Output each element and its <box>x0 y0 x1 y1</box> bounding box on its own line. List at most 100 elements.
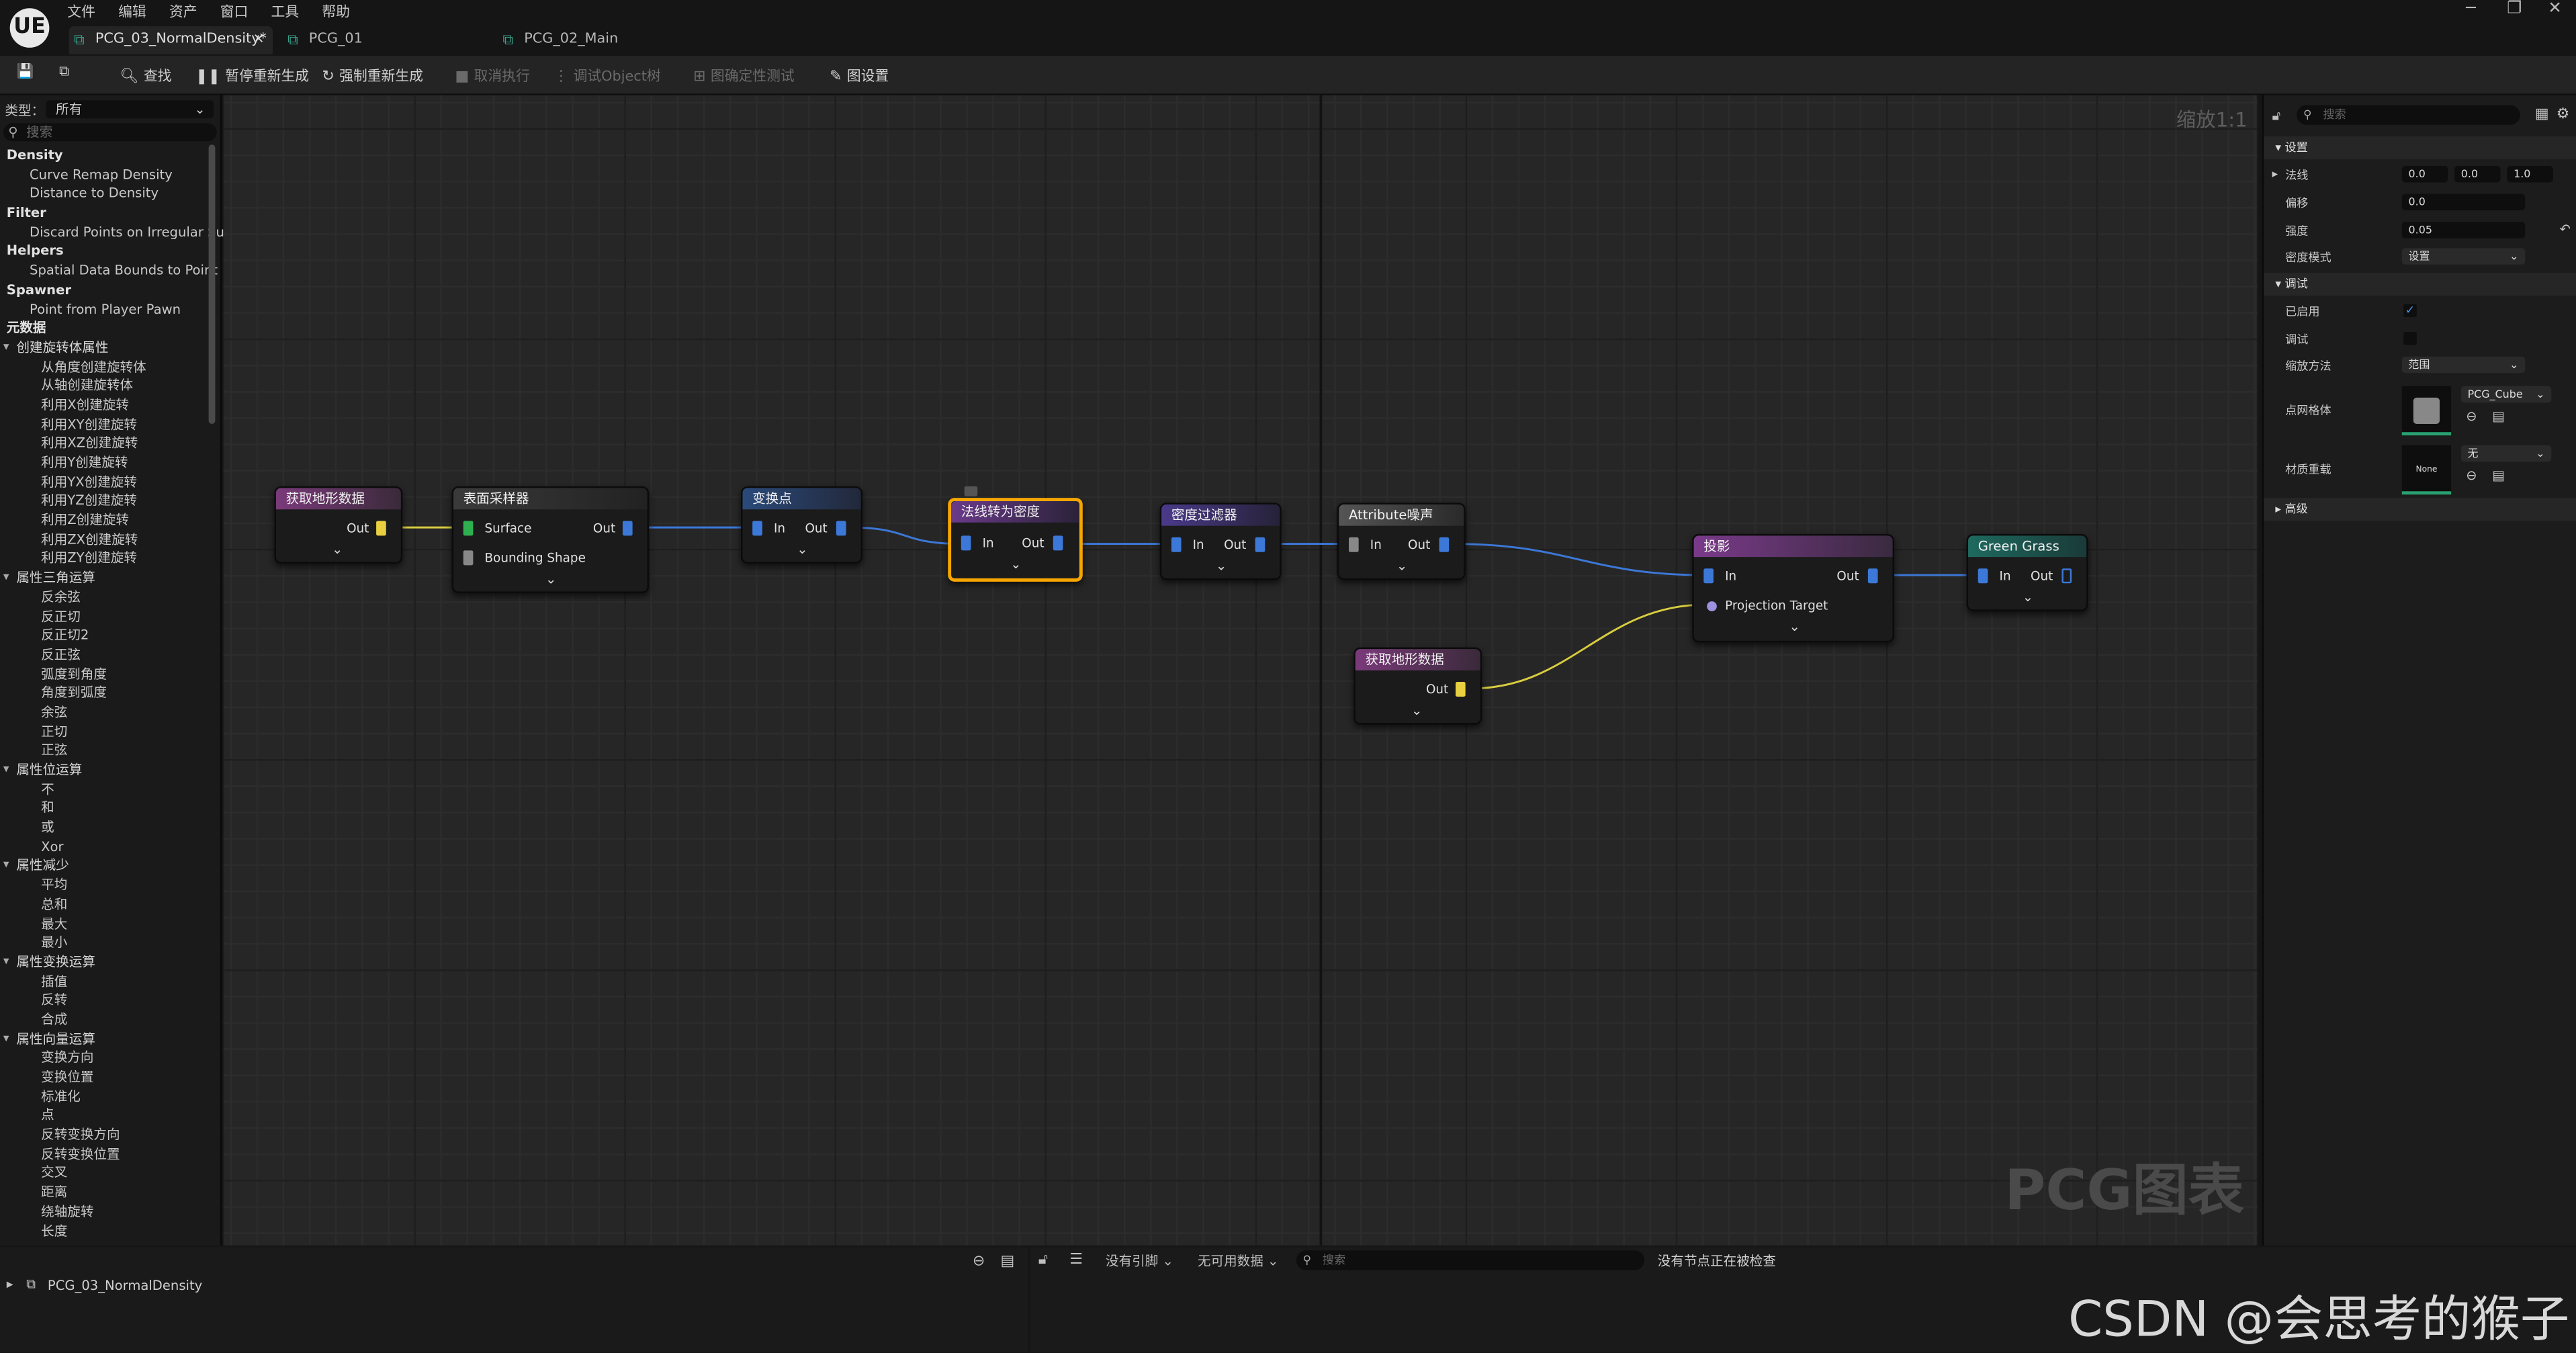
tree-category[interactable]: ▾元数据 <box>0 319 210 339</box>
expand-chevron-icon[interactable]: ⌄ <box>1216 559 1227 574</box>
tree-category[interactable]: ▾Helpers <box>0 243 210 262</box>
debug-checkbox[interactable] <box>2403 332 2417 345</box>
expand-chevron-icon[interactable]: ⌄ <box>1411 703 1422 718</box>
section-settings[interactable]: ▾ 设置 <box>2264 136 2576 160</box>
tree-item[interactable]: 和 <box>0 799 210 819</box>
debug-object-tree-button[interactable]: ⋮ 调试Object树 <box>553 66 660 85</box>
tree-item[interactable]: 合成 <box>0 1010 210 1030</box>
tree-item[interactable]: 反转 <box>0 991 210 1010</box>
expand-chevron-icon[interactable]: ⌄ <box>1396 559 1407 574</box>
tree-item[interactable]: 最大 <box>0 914 210 934</box>
browse-icon[interactable]: ▤ <box>1000 1254 1014 1270</box>
tree-item[interactable]: 插值 <box>0 972 210 992</box>
pin-select-dropdown[interactable]: 没有引脚 ⌄ <box>1106 1252 1173 1270</box>
tree-item[interactable]: 点 <box>0 1106 210 1126</box>
tree-item[interactable]: Spatial Data Bounds to Point <box>0 261 218 281</box>
menu-tools[interactable]: 工具 <box>271 1 300 21</box>
tree-item[interactable]: 总和 <box>0 896 210 915</box>
pause-regen-button[interactable]: ❚❚ 暂停重新生成 <box>195 66 309 85</box>
section-debug[interactable]: ▾ 调试 <box>2264 273 2576 296</box>
tree-item[interactable]: 反正切 <box>0 607 210 627</box>
browse-icon[interactable]: ⧉ <box>59 64 69 80</box>
lock-icon[interactable]: 🔓︎ <box>1038 1252 1048 1268</box>
node-surface-sampler[interactable]: 表面采样器 Surface Out Bounding Shape ⌄ <box>451 486 650 593</box>
pin-projection-target[interactable] <box>1707 601 1717 611</box>
palette-search-input[interactable]: ⚲ 搜索 <box>3 123 217 142</box>
restore-icon[interactable]: ❐ <box>2507 0 2522 18</box>
tree-item[interactable]: 反正弦 <box>0 646 210 665</box>
mesh-thumbnail[interactable] <box>2401 386 2452 436</box>
tree-subcategory[interactable]: ▾ 创建旋转体属性 <box>0 339 210 358</box>
tree-item[interactable]: 长度 <box>0 1221 210 1241</box>
force-regen-button[interactable]: ↻ 强制重新生成 <box>322 66 423 85</box>
minimize-icon[interactable]: ─ <box>2466 0 2476 18</box>
menu-asset[interactable]: 资产 <box>169 1 197 21</box>
use-selected-icon[interactable]: ⊖ <box>2466 468 2477 483</box>
menu-file[interactable]: 文件 <box>67 1 95 21</box>
tree-item[interactable]: 利用XZ创建旋转 <box>0 434 210 453</box>
browse-icon[interactable]: ▤ <box>2492 409 2504 424</box>
expand-chevron-icon[interactable]: ⌄ <box>1789 619 1800 634</box>
tree-subcategory[interactable]: ▾ 属性变换运算 <box>0 953 210 972</box>
tree-item[interactable]: 绕轴旋转 <box>0 1203 210 1222</box>
browse-icon[interactable]: ▤ <box>2492 468 2504 483</box>
tree-item[interactable]: 利用YZ创建旋转 <box>0 492 210 511</box>
menu-edit[interactable]: 编辑 <box>118 1 146 21</box>
data-select-dropdown[interactable]: 无可用数据 ⌄ <box>1198 1252 1278 1270</box>
pin-out[interactable] <box>1255 537 1265 552</box>
gear-icon[interactable]: ⚙ <box>2557 107 2570 123</box>
pin-out[interactable] <box>1053 535 1063 551</box>
pin-out[interactable] <box>1439 537 1450 552</box>
expand-chevron-icon[interactable]: ⌄ <box>1010 557 1021 572</box>
tree-item[interactable]: 标准化 <box>0 1087 210 1106</box>
tree-item[interactable]: 弧度到角度 <box>0 664 210 684</box>
density-mode-dropdown[interactable]: 设置 ⌄ <box>2401 248 2526 265</box>
tree-item[interactable]: Discard Points on Irregular Su <box>0 223 224 243</box>
tree-item[interactable]: 利用XY创建旋转 <box>0 415 210 435</box>
pin-in[interactable] <box>961 535 971 551</box>
pin-out[interactable] <box>836 521 846 536</box>
pin-out[interactable] <box>1867 568 1878 584</box>
node-attribute-noise[interactable]: Attribute噪声 In Out ⌄ <box>1337 503 1466 580</box>
tree-item[interactable]: 距离 <box>0 1183 210 1203</box>
strength-field[interactable]: 0.05 <box>2401 222 2526 238</box>
point-mesh-dropdown[interactable]: PCG_Cube ⌄ <box>2460 386 2552 403</box>
tree-category[interactable]: ▾Filter <box>0 204 210 223</box>
tree-item[interactable]: Curve Remap Density <box>0 165 210 185</box>
details-search-input[interactable]: ⚲ 搜索 <box>2297 105 2520 125</box>
pin-in[interactable] <box>1978 568 1988 584</box>
filter-icon[interactable]: ☰ <box>1069 1252 1083 1268</box>
reset-icon[interactable]: ↶ <box>2560 222 2571 236</box>
expand-arrow-icon[interactable]: ▸ <box>7 1276 13 1291</box>
tree-item[interactable]: 利用ZY创建旋转 <box>0 550 210 569</box>
expand-chevron-icon[interactable]: ⌄ <box>332 542 343 557</box>
unreal-logo-icon[interactable]: UE <box>9 8 50 48</box>
tree-item[interactable]: 利用ZX创建旋转 <box>0 530 210 550</box>
tree-item[interactable]: 最小 <box>0 934 210 953</box>
tab-pcg-01[interactable]: ⧉ PCG_01 <box>283 26 480 54</box>
scale-method-dropdown[interactable]: 范围 ⌄ <box>2401 356 2526 374</box>
node-projection[interactable]: 投影 In Out Projection Target ⌄ <box>1692 533 1895 643</box>
tree-item[interactable]: Distance to Density <box>0 185 210 204</box>
tree-item[interactable]: 利用Y创建旋转 <box>0 453 210 473</box>
node-density-filter[interactable]: 密度过滤器 In Out ⌄ <box>1159 503 1282 580</box>
node-get-landscape-data-2[interactable]: 获取地形数据 Out ⌄ <box>1353 647 1482 725</box>
use-selected-icon[interactable]: ⊖ <box>2466 409 2477 424</box>
tree-item[interactable]: Xor <box>0 838 210 857</box>
tree-item[interactable]: 从角度创建旋转体 <box>0 357 210 377</box>
pin-out[interactable] <box>1455 682 1466 697</box>
expand-chevron-icon[interactable]: ⌄ <box>2023 590 2033 605</box>
normal-z-field[interactable]: 1.0 <box>2507 166 2553 183</box>
tree-item[interactable]: 角度到弧度 <box>0 684 210 703</box>
normal-y-field[interactable]: 0.0 <box>2454 166 2501 183</box>
tree-item[interactable]: 正弦 <box>0 742 210 761</box>
tree-item[interactable]: 反转变换方向 <box>0 1126 210 1145</box>
pin-bounding-shape[interactable] <box>463 550 474 566</box>
tree-item[interactable]: 正切 <box>0 722 210 742</box>
pin-in[interactable] <box>752 521 762 536</box>
type-filter-dropdown[interactable]: 所有 ⌄ <box>46 100 214 119</box>
tree-category[interactable]: ▾Spawner <box>0 281 210 300</box>
material-dropdown[interactable]: 无 ⌄ <box>2460 445 2552 462</box>
attribute-search-input[interactable]: ⚲ 搜索 <box>1296 1250 1645 1270</box>
palette-scrollbar[interactable] <box>208 144 216 425</box>
